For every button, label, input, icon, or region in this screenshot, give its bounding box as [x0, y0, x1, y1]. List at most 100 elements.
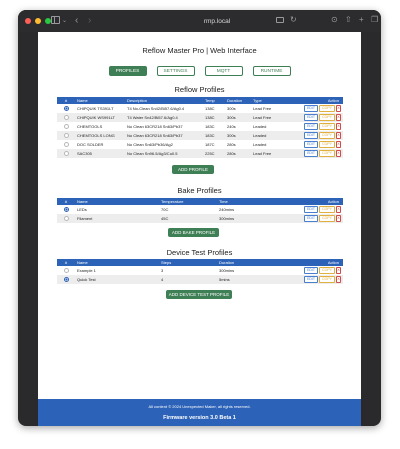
edit-button[interactable]: EDIT — [304, 114, 319, 121]
edit-button[interactable]: EDIT — [304, 141, 319, 148]
bake-section-title: Bake Profiles — [177, 186, 222, 195]
back-arrow-icon[interactable]: ‹ — [75, 15, 78, 26]
table-row[interactable]: CHIPQUIK TS391LT T4 No-Clean Sn42/Bi57.6/… — [57, 104, 343, 113]
forward-arrow-icon[interactable]: › — [88, 15, 91, 26]
column-header: Action — [287, 259, 343, 266]
select-radio[interactable] — [63, 151, 69, 157]
edit-button[interactable]: EDIT — [304, 150, 319, 157]
type-cell: Leaded — [253, 142, 267, 147]
copy-button[interactable]: COPY — [319, 132, 335, 139]
add-profile-button[interactable]: ADD PROFILE — [172, 165, 214, 174]
share-icon[interactable]: ⇧ — [345, 15, 352, 24]
tab-overview-icon[interactable]: ❐ — [371, 15, 378, 24]
tab-runtime[interactable]: RUNTIME — [252, 66, 291, 76]
select-radio[interactable] — [63, 142, 69, 148]
minimize-window-button[interactable] — [35, 18, 41, 24]
name-cell: CHEMTOOLS LONG — [75, 131, 125, 140]
delete-button[interactable]: X — [336, 105, 341, 112]
edit-button[interactable]: EDIT — [304, 105, 319, 112]
delete-button[interactable]: X — [336, 215, 341, 222]
sidebar-toggle-icon[interactable] — [51, 16, 60, 24]
table-row[interactable]: CHEMTOOLS LONG No Clean 63CR218 Sn63/Pb37… — [57, 131, 343, 140]
add-bake-profile-button[interactable]: ADD BAKE PROFILE — [168, 228, 219, 237]
duration-cell: 300mins — [219, 268, 235, 273]
url-text: rmp.local — [203, 17, 231, 25]
duration-cell: 240s — [227, 124, 236, 129]
action-cell: EDIT COPY X — [287, 122, 343, 131]
tab-profiles[interactable]: PROFILES — [108, 66, 147, 76]
column-header: Name — [75, 259, 159, 266]
type-cell: Lead Free — [251, 149, 287, 158]
table-row[interactable]: Filament 45C 300mins EDIT COPY X — [57, 214, 343, 223]
select-cell — [57, 149, 75, 158]
edit-button[interactable]: EDIT — [304, 276, 319, 283]
action-cell: EDIT COPY X — [287, 113, 343, 122]
select-radio[interactable] — [63, 277, 69, 283]
copy-button[interactable]: COPY — [319, 114, 335, 121]
privacy-report-icon[interactable] — [276, 17, 284, 23]
delete-button[interactable]: X — [336, 267, 341, 274]
chevron-down-icon[interactable]: ⌄ — [62, 17, 67, 24]
name-cell: Example 1 — [77, 268, 96, 273]
table-row[interactable]: LEDs 70C 240mins EDIT COPY X — [57, 205, 343, 214]
copy-button[interactable]: COPY — [319, 123, 335, 130]
close-window-button[interactable] — [25, 18, 31, 24]
table-row[interactable]: Quick Test 4 5mins EDIT COPY X — [57, 275, 343, 284]
select-radio[interactable] — [63, 133, 69, 139]
copy-button[interactable]: COPY — [319, 105, 335, 112]
add-device-test-profile-button[interactable]: ADD DEVICE TEST PROFILE — [166, 290, 232, 299]
copy-button[interactable]: COPY — [319, 276, 335, 283]
column-header: Duration — [225, 97, 251, 104]
select-cell — [57, 275, 75, 284]
column-header: Name — [75, 198, 159, 205]
column-header: Action — [287, 198, 343, 205]
select-radio[interactable] — [63, 106, 69, 112]
copy-button[interactable]: COPY — [319, 267, 335, 274]
select-radio[interactable] — [63, 207, 69, 213]
delete-button[interactable]: X — [336, 123, 341, 130]
delete-button[interactable]: X — [336, 141, 341, 148]
type-cell: Leaded — [251, 131, 287, 140]
name-cell: CHIPQUIK WS991LT — [75, 113, 125, 122]
copy-button[interactable]: COPY — [319, 150, 335, 157]
table-row[interactable]: SAC305 No Clean Sn96.5/Ag3/Cu0.5 225C 280s L… — [57, 149, 343, 158]
copy-button[interactable]: COPY — [319, 215, 335, 222]
description-cell: No Clean Sn63/Pb36/Ag2 — [127, 142, 173, 147]
name-cell: CHIPQUIK TS391LT — [77, 106, 114, 111]
edit-button[interactable]: EDIT — [304, 206, 319, 213]
edit-button[interactable]: EDIT — [304, 215, 319, 222]
delete-button[interactable]: X — [336, 276, 341, 283]
table-row[interactable]: CHIPQUIK WS991LT T4 Water Sn42/Bi57.6/Ag0… — [57, 113, 343, 122]
table-row[interactable]: Example 1 3 300mins EDIT COPY X — [57, 266, 343, 275]
reload-icon[interactable]: ↻ — [290, 15, 297, 24]
column-header: Name — [75, 97, 125, 104]
bake-profiles-table: # Name Temperature Time Action LEDs 70C 24… — [57, 198, 343, 223]
table-header-row: # Name Temperature Time Action — [57, 198, 343, 205]
new-tab-icon[interactable]: + — [359, 15, 364, 24]
temp-cell: 183C — [205, 124, 215, 129]
tab-settings[interactable]: SETTINGS — [156, 66, 195, 76]
download-icon[interactable]: ⊙ — [331, 15, 338, 24]
edit-button[interactable]: EDIT — [304, 123, 319, 130]
table-row[interactable]: DOC SOLDER No Clean Sn63/Pb36/Ag2 187C 280s… — [57, 140, 343, 149]
action-cell: EDIT COPY X — [287, 205, 343, 214]
action-cell: EDIT COPY X — [287, 140, 343, 149]
delete-button[interactable]: X — [336, 132, 341, 139]
column-header: Time — [217, 198, 287, 205]
delete-button[interactable]: X — [336, 150, 341, 157]
edit-button[interactable]: EDIT — [304, 132, 319, 139]
copy-button[interactable]: COPY — [319, 141, 335, 148]
edit-button[interactable]: EDIT — [304, 267, 319, 274]
select-radio[interactable] — [63, 216, 69, 222]
delete-button[interactable]: X — [336, 206, 341, 213]
table-row[interactable]: CHEMTOOLS No Clean 63CR218 Sn63/Pb37 183C 2… — [57, 122, 343, 131]
select-cell — [57, 131, 75, 140]
duration-cell: 300s — [225, 131, 251, 140]
tab-mqtt[interactable]: MQTT — [204, 66, 243, 76]
copy-button[interactable]: COPY — [319, 206, 335, 213]
delete-button[interactable]: X — [336, 114, 341, 121]
select-radio[interactable] — [63, 115, 69, 121]
device-test-profiles-table: # Name Steps Duration Action Example 1 3 3… — [57, 259, 343, 284]
select-radio[interactable] — [63, 124, 69, 130]
select-radio[interactable] — [63, 268, 69, 274]
